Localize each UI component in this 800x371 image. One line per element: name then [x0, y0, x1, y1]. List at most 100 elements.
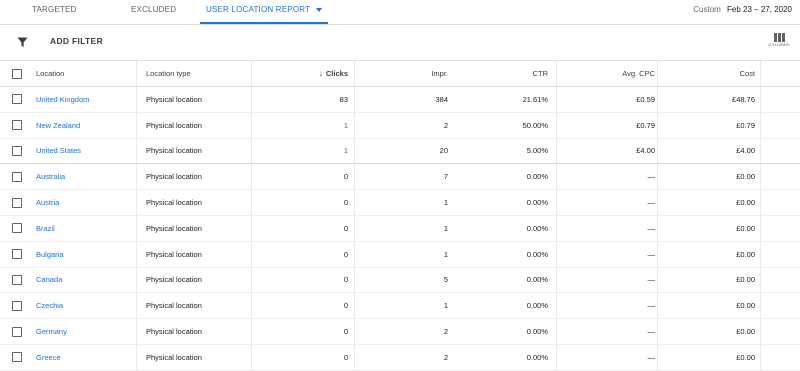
tab-targeted[interactable]: TARGETED — [32, 0, 77, 24]
row-checkbox[interactable] — [12, 94, 22, 105]
table-header-row: Location Location type ↓ Clicks Impr. CT… — [0, 61, 800, 87]
ctr-cell: 0.00% — [526, 301, 548, 311]
table-row: Australia Physical location 0 7 0.00% — £0.00 — [0, 164, 800, 191]
location-link[interactable]: Australia — [36, 164, 136, 189]
row-select-cell — [12, 139, 24, 164]
header-cost[interactable]: Cost — [660, 61, 755, 86]
ctr-cell: 50.00% — [522, 120, 548, 130]
avg-cpc-cell: — — [647, 275, 656, 285]
ctr-cell: 0.00% — [526, 352, 548, 362]
header-impr[interactable]: Impr. — [352, 61, 448, 86]
ctr-cell: 0.00% — [526, 223, 548, 233]
header-location-type[interactable]: Location type — [146, 61, 246, 86]
location-link[interactable]: Czechia — [36, 293, 136, 318]
clicks-cell: 0 — [343, 223, 348, 233]
location-type-cell: Physical location — [146, 172, 202, 182]
tab-excluded[interactable]: EXCLUDED — [131, 0, 176, 24]
clicks-cell: 0 — [343, 172, 348, 182]
cost-cell: £0.00 — [736, 223, 755, 233]
row-checkbox[interactable] — [12, 120, 22, 131]
row-checkbox[interactable] — [12, 223, 22, 234]
table-row: Germany Physical location 0 2 0.00% — £0.00 — [0, 319, 800, 345]
ctr-cell: 0.00% — [526, 327, 548, 337]
impr-cell: 1 — [443, 223, 448, 233]
location-type-cell: Physical location — [146, 120, 202, 130]
add-filter-button[interactable]: ADD FILTER — [50, 36, 103, 46]
avg-cpc-cell: £0.79 — [636, 120, 655, 130]
ctr-cell: 21.61% — [522, 94, 548, 104]
row-checkbox[interactable] — [12, 171, 22, 182]
cost-cell: £0.00 — [736, 301, 755, 311]
impr-cell: 2 — [443, 120, 448, 130]
location-link[interactable]: New Zealand — [36, 113, 136, 138]
clicks-cell: 0 — [343, 327, 348, 337]
table-row: United States Physical location 1 20 5.00% £4… — [0, 138, 800, 165]
location-link[interactable]: Austria — [36, 190, 136, 215]
date-range-value: Feb 23 – 27, 2020 — [727, 5, 792, 14]
row-checkbox[interactable] — [12, 249, 22, 260]
cost-cell: £4.00 — [736, 146, 755, 156]
header-ctr[interactable]: CTR — [452, 61, 548, 86]
row-checkbox[interactable] — [12, 145, 22, 156]
location-link[interactable]: Bulgaria — [36, 242, 136, 267]
row-select-cell — [12, 345, 24, 370]
impr-cell: 2 — [443, 327, 448, 337]
header-avg-cpc[interactable]: Avg. CPC — [552, 61, 655, 86]
row-select-cell — [12, 190, 24, 215]
table-row: Brazil Physical location 0 1 0.00% — £0.00 — [0, 215, 800, 242]
clicks-cell: 0 — [343, 352, 348, 362]
row-checkbox[interactable] — [12, 352, 22, 363]
header-location[interactable]: Location — [36, 61, 136, 86]
columns-label: COLUMNS — [768, 42, 790, 47]
location-link[interactable]: Brazil — [36, 216, 136, 241]
location-link[interactable]: United States — [36, 139, 136, 164]
location-type-cell: Physical location — [146, 146, 202, 156]
impr-cell: 5 — [443, 275, 448, 285]
avg-cpc-cell: — — [647, 301, 656, 311]
row-select-cell — [12, 268, 24, 293]
avg-cpc-cell: £0.59 — [636, 94, 655, 104]
location-type-cell: Physical location — [146, 249, 202, 259]
impr-cell: 2 — [443, 352, 448, 362]
impr-cell: 1 — [443, 198, 448, 208]
ctr-cell: 0.00% — [526, 172, 548, 182]
clicks-cell: 1 — [343, 120, 348, 130]
location-table: Location Location type ↓ Clicks Impr. CT… — [0, 60, 800, 371]
clicks-cell: 1 — [343, 146, 348, 156]
location-link[interactable]: Canada — [36, 268, 136, 293]
impr-cell: 1 — [443, 249, 448, 259]
table-body: United Kingdom Physical location 83 384 21.6… — [0, 87, 800, 371]
row-checkbox[interactable] — [12, 274, 22, 285]
filter-icon[interactable] — [17, 37, 28, 48]
row-checkbox[interactable] — [12, 300, 22, 311]
tab-user-location-report-label: USER LOCATION REPORT — [206, 5, 311, 14]
cost-cell: £0.00 — [736, 352, 755, 362]
clicks-cell: 0 — [343, 301, 348, 311]
avg-cpc-cell: — — [647, 172, 656, 182]
impr-cell: 7 — [443, 172, 448, 182]
location-link[interactable]: Germany — [36, 319, 136, 344]
ctr-cell: 0.00% — [526, 249, 548, 259]
row-checkbox[interactable] — [12, 326, 22, 337]
location-type-cell: Physical location — [146, 223, 202, 233]
location-type-cell: Physical location — [146, 275, 202, 285]
clicks-cell: 0 — [343, 275, 348, 285]
clicks-cell: 0 — [343, 198, 348, 208]
location-link[interactable]: Greece — [36, 345, 136, 370]
header-clicks[interactable]: ↓ Clicks — [252, 61, 348, 86]
row-select-cell — [12, 319, 24, 344]
impr-cell: 1 — [443, 301, 448, 311]
location-link[interactable]: United Kingdom — [36, 87, 136, 112]
table-row: Canada Physical location 0 5 0.00% — £0.00 — [0, 267, 800, 294]
location-type-cell: Physical location — [146, 94, 202, 104]
row-checkbox[interactable] — [12, 197, 22, 208]
date-range-label: Custom — [693, 5, 721, 14]
select-all-checkbox[interactable] — [12, 68, 22, 79]
columns-button[interactable]: COLUMNS — [766, 33, 792, 53]
date-range-picker[interactable]: Custom Feb 23 – 27, 2020 — [693, 0, 792, 20]
location-type-cell: Physical location — [146, 352, 202, 362]
tab-user-location-report[interactable]: USER LOCATION REPORT — [200, 0, 329, 24]
row-select-cell — [12, 293, 24, 318]
avg-cpc-cell: £4.00 — [636, 146, 655, 156]
sort-down-arrow-icon: ↓ — [318, 69, 323, 78]
